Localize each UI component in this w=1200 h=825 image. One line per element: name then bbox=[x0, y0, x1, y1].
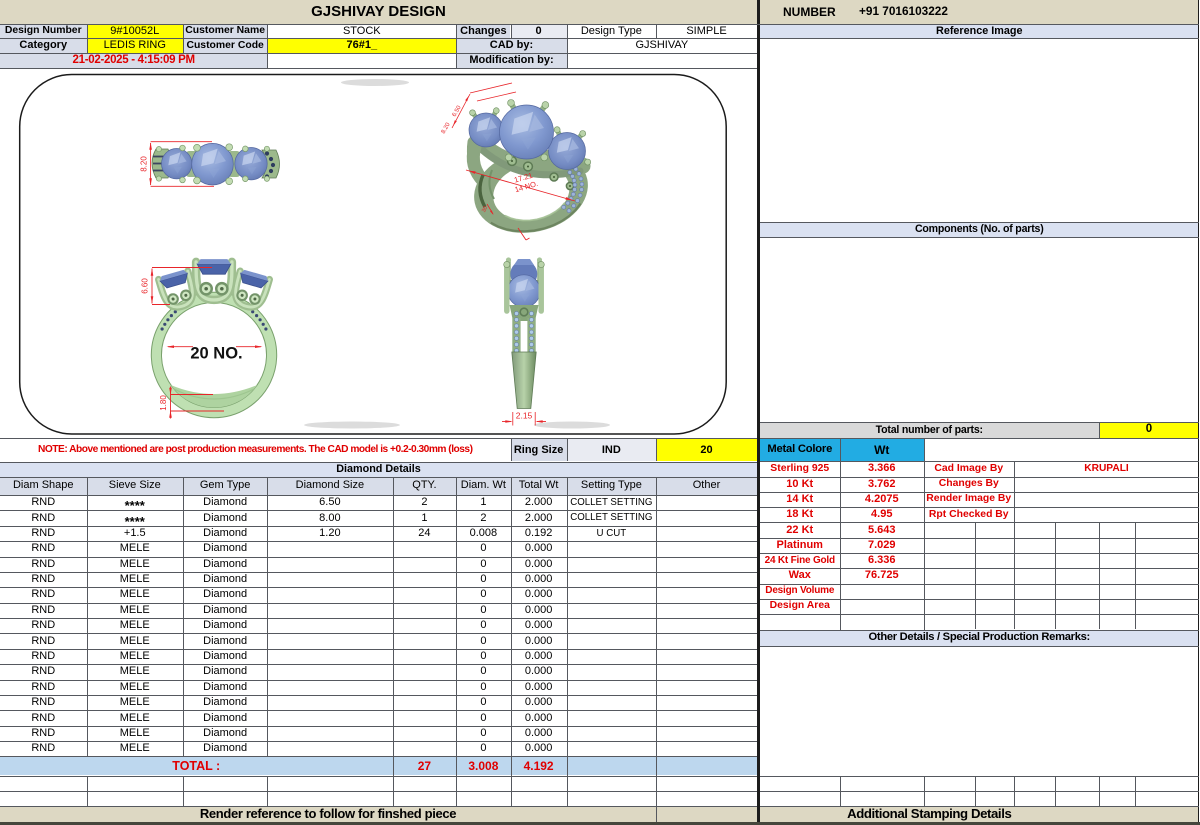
svg-text:1.80: 1.80 bbox=[159, 395, 168, 411]
svg-text:6.60: 6.60 bbox=[141, 278, 150, 294]
svg-text:2.15: 2.15 bbox=[516, 411, 533, 421]
svg-text:8.20: 8.20 bbox=[441, 121, 452, 135]
svg-text:20 NO.: 20 NO. bbox=[190, 345, 242, 363]
svg-text:8.20: 8.20 bbox=[139, 156, 148, 172]
